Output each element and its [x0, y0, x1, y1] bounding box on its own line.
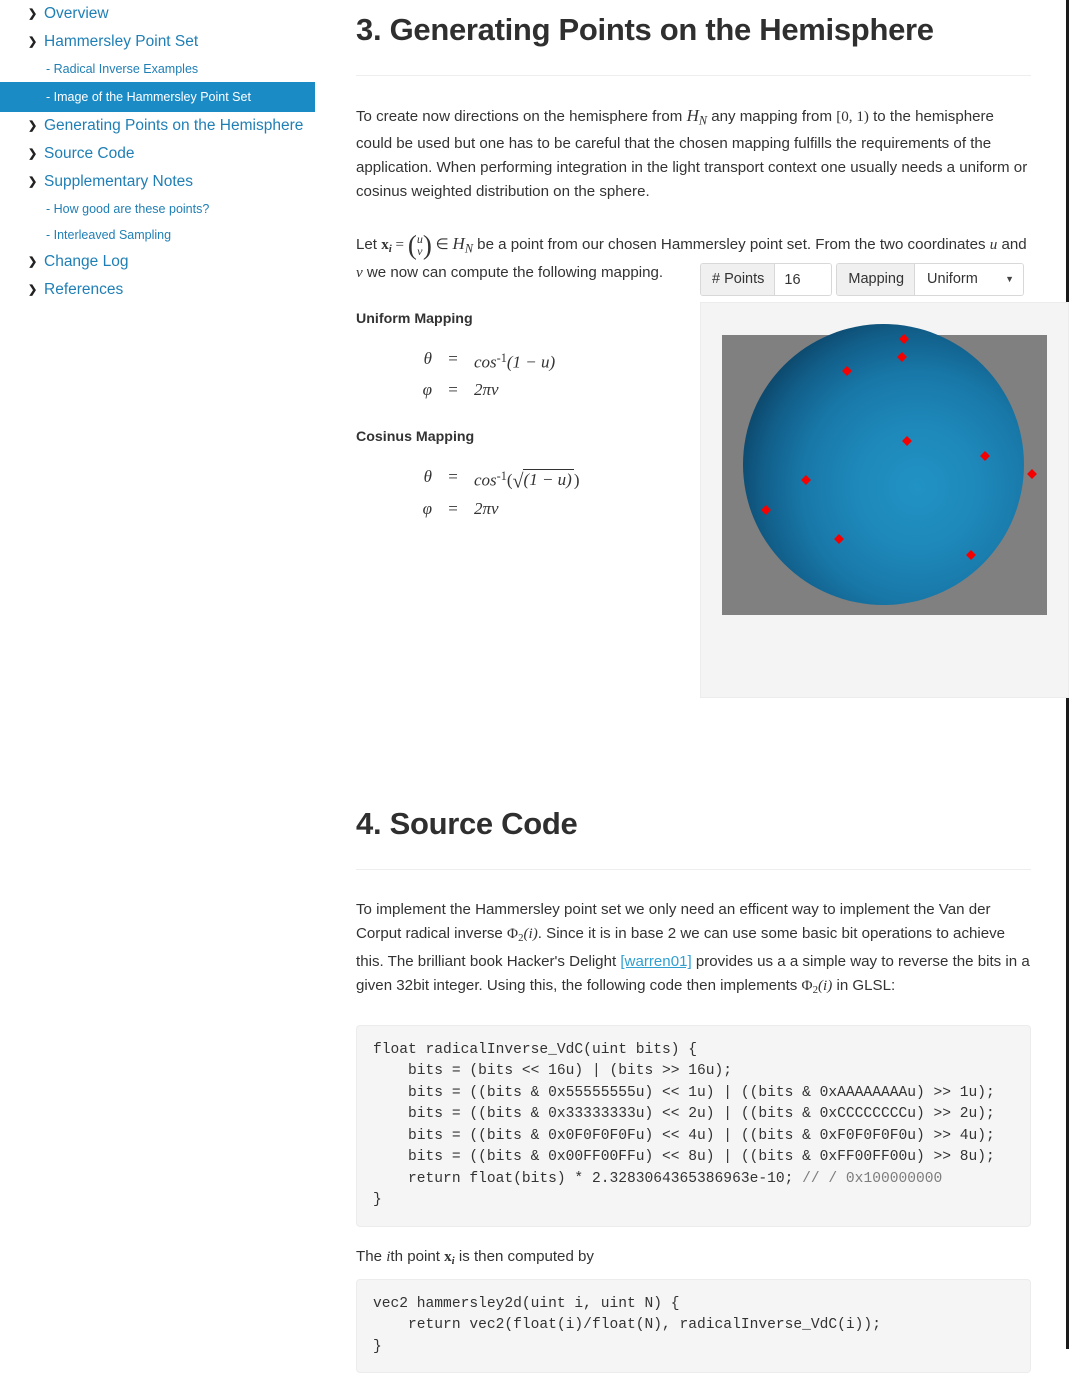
sidebar-item-label: - How good are these points? — [46, 202, 210, 216]
chevron-right-icon: ❯ — [28, 176, 38, 188]
sidebar-item-source-code[interactable]: ❯ Source Code — [0, 140, 340, 168]
math-hn: HN — [452, 234, 473, 256]
math-phi: Φ2(i) — [801, 978, 833, 997]
text-run: any mapping from — [707, 108, 837, 125]
section4-paragraph-1: To implement the Hammersley point set we… — [356, 898, 1031, 1002]
math-column-vector: uv — [408, 233, 432, 257]
sample-point — [1027, 469, 1037, 479]
text-run: Let — [356, 236, 382, 254]
heading-divider — [356, 75, 1031, 76]
sidebar-item-image-of-the-hammersley-point-set[interactable]: - Image of the Hammersley Point Set — [0, 82, 315, 112]
sidebar-item-label: Supplementary Notes — [44, 173, 194, 190]
equation-lhs: φ — [422, 499, 432, 519]
equation-rhs: 2πv — [474, 379, 499, 399]
sidebar-item-label: - Interleaved Sampling — [46, 228, 172, 242]
section3-paragraph-1: To create now directions on the hemisphe… — [356, 104, 1031, 204]
sidebar-item-label: Hammersley Point Set — [44, 33, 199, 50]
sidebar-item-generating-points-on-the-hemisphere[interactable]: ❯ Generating Points on the Hemisphere — [0, 112, 340, 140]
equation-rhs: cos-1(√(1 − u)) — [474, 468, 580, 493]
mapping-selected-value: Uniform — [927, 271, 978, 287]
code-text-tail: } — [373, 1192, 382, 1209]
points-input[interactable] — [775, 264, 832, 295]
sidebar-item-references[interactable]: ❯ References — [0, 276, 340, 304]
code-text: float radicalInverse_VdC(uint bits) { bi… — [373, 1041, 995, 1187]
code-block-hammersley2d: vec2 hammersley2d(uint i, uint N) { retu… — [356, 1278, 1031, 1374]
equation-operator: = — [448, 499, 458, 519]
render-panel — [700, 302, 1069, 698]
sidebar-item-label: Overview — [44, 5, 109, 22]
equation-rhs: 2πv — [474, 499, 499, 519]
section-heading-4: 4. Source Code — [356, 806, 578, 842]
points-label: # Points — [701, 264, 776, 295]
chevron-right-icon: ❯ — [28, 256, 38, 268]
radical-icon: √ — [512, 470, 524, 493]
page-root: ❯ Overview ❯ Hammersley Point Set - Radi… — [0, 0, 1069, 1374]
points-control-group: # Points — [700, 263, 833, 296]
sidebar-item-how-good-are-these-points[interactable]: - How good are these points? — [0, 196, 340, 222]
sidebar-item-change-log[interactable]: ❯ Change Log — [0, 248, 340, 276]
sidebar-item-interleaved-sampling[interactable]: - Interleaved Sampling — [0, 222, 340, 248]
section4-paragraph-2: The ith point xi is then computed by — [356, 1245, 1031, 1273]
sidebar-item-label: Source Code — [44, 145, 135, 162]
mapping-control-group: Mapping Uniform ▼ — [836, 263, 1025, 296]
mapping-select[interactable]: Uniform ▼ — [915, 264, 1024, 295]
sidebar-item-radical-inverse-examples[interactable]: - Radical Inverse Examples — [0, 56, 340, 82]
text-run: is then computed by — [454, 1247, 594, 1265]
sidebar-item-label: - Radical Inverse Examples — [46, 62, 199, 76]
sidebar-item-label: Generating Points on the Hemisphere — [44, 117, 304, 134]
text-run: and — [997, 236, 1027, 254]
section-heading-3: 3. Generating Points on the Hemisphere — [356, 12, 934, 47]
text-run: be a point from our chosen Hammersley po… — [472, 236, 990, 254]
math-phi: Φ2(i) — [507, 926, 538, 945]
widget-controls: # Points Mapping Uniform ▼ — [700, 263, 1069, 296]
chevron-right-icon: ❯ — [28, 36, 38, 48]
math-x: xi — [444, 1248, 455, 1267]
math-hn: HN — [686, 106, 708, 128]
chevron-right-icon: ❯ — [28, 148, 38, 160]
chevron-right-icon: ❯ — [28, 120, 38, 132]
math-equals: = — [391, 237, 408, 254]
code-block-radical-inverse: float radicalInverse_VdC(uint bits) { bi… — [356, 1024, 1031, 1227]
equation-lhs: φ — [422, 379, 432, 399]
equation-lhs: θ — [423, 466, 432, 486]
text-run: in GLSL: — [832, 977, 896, 995]
equation-operator: = — [448, 466, 458, 486]
hemisphere-sphere — [743, 324, 1024, 605]
math-v: v — [356, 265, 363, 282]
vector-bottom: v — [417, 244, 423, 259]
sidebar-item-overview[interactable]: ❯ Overview — [0, 0, 340, 28]
text-run: To create now directions on the hemisphe… — [356, 108, 687, 125]
text-run: th point — [390, 1247, 445, 1265]
math-x: xi — [381, 237, 392, 256]
citation-link-warren01[interactable]: [warren01] — [620, 953, 691, 970]
caret-down-icon: ▼ — [1005, 274, 1015, 284]
text-run: we now can compute the following mapping… — [362, 264, 664, 282]
sidebar-navigation: ❯ Overview ❯ Hammersley Point Set - Radi… — [0, 0, 340, 304]
sidebar-item-hammersley-point-set[interactable]: ❯ Hammersley Point Set — [0, 28, 340, 56]
mapping-label: Mapping — [837, 264, 916, 295]
sphere-canvas[interactable] — [722, 324, 1047, 615]
equation-operator: = — [448, 349, 458, 369]
chevron-right-icon: ❯ — [28, 8, 38, 20]
sidebar-item-label: - Image of the Hammersley Point Set — [46, 90, 251, 104]
math-interval: [0, 1) — [836, 109, 869, 125]
sidebar-item-label: References — [44, 281, 124, 298]
equation-lhs: θ — [423, 349, 432, 369]
code-comment: // / 0x100000000 — [802, 1170, 943, 1187]
math-element-of: ∈ — [431, 237, 453, 254]
equation-rhs: cos-1(1 − u) — [474, 351, 556, 372]
chevron-right-icon: ❯ — [28, 284, 38, 296]
sidebar-item-supplementary-notes[interactable]: ❯ Supplementary Notes — [0, 168, 340, 196]
equation-operator: = — [448, 379, 458, 399]
hemisphere-demo-widget: # Points Mapping Uniform ▼ — [700, 263, 1069, 698]
text-run: The — [356, 1247, 387, 1265]
heading-divider — [356, 869, 1031, 871]
sidebar-item-label: Change Log — [44, 253, 129, 270]
